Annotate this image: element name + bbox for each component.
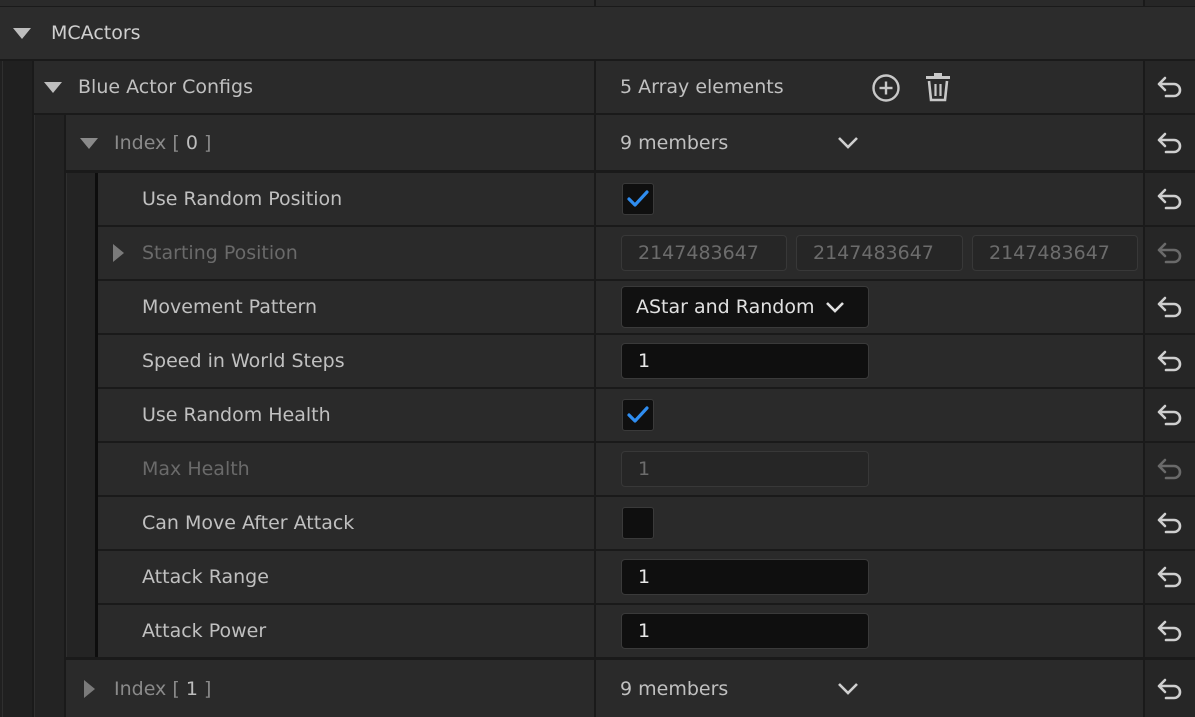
attack-range-field[interactable]: 1 xyxy=(621,559,869,595)
plus-circle-icon[interactable] xyxy=(871,73,901,103)
reset-to-default-icon[interactable] xyxy=(1156,457,1184,481)
property-label: Max Health xyxy=(142,458,250,480)
property-label: Movement Pattern xyxy=(142,296,318,318)
reset-to-default-icon[interactable] xyxy=(1156,131,1184,155)
index-label: Index [ 0 ] xyxy=(114,131,212,154)
attack-power-field[interactable]: 1 xyxy=(621,613,869,649)
movement-pattern-dropdown[interactable]: AStar and Random xyxy=(621,286,869,328)
chevron-down-icon[interactable] xyxy=(837,682,859,696)
property-row-attack-range: Attack Range 1 xyxy=(0,551,1195,603)
dropdown-selected-value: AStar and Random xyxy=(636,296,815,318)
property-row-max-health: Max Health 1 xyxy=(0,443,1195,495)
use-random-position-checkbox[interactable] xyxy=(622,183,654,215)
property-label: Attack Range xyxy=(142,566,269,588)
expand-arrow-icon[interactable] xyxy=(80,137,98,149)
property-row-use-random-health: Use Random Health xyxy=(0,389,1195,441)
indent-guide xyxy=(34,115,64,717)
property-row-speed-in-world-steps: Speed in World Steps 1 xyxy=(0,335,1195,387)
indent-guide xyxy=(0,61,32,717)
speed-in-world-steps-field[interactable]: 1 xyxy=(621,343,869,379)
chevron-down-icon[interactable] xyxy=(837,136,859,150)
property-row-blue-actor-configs: Blue Actor Configs 5 Array elements xyxy=(0,61,1195,113)
members-count-text: 9 members xyxy=(620,677,729,700)
category-header-mcactors[interactable]: MCActors xyxy=(0,7,1195,59)
property-label: Speed in World Steps xyxy=(142,350,345,372)
property-label: Use Random Health xyxy=(142,404,331,426)
indent-guide xyxy=(2,61,3,717)
reset-to-default-icon[interactable] xyxy=(1156,619,1184,643)
checkmark-icon xyxy=(627,190,649,207)
starting-position-z-field[interactable]: 2147483647 xyxy=(972,235,1138,271)
indent-guide xyxy=(66,173,96,657)
expand-arrow-icon[interactable] xyxy=(113,244,124,262)
checkmark-icon xyxy=(627,406,649,423)
indent-guide xyxy=(95,173,98,657)
reset-to-default-icon[interactable] xyxy=(1156,349,1184,373)
can-move-after-attack-checkbox[interactable] xyxy=(622,507,654,539)
array-element-index-0: Index [ 0 ] 9 members xyxy=(0,115,1195,170)
property-label: Attack Power xyxy=(142,620,267,642)
max-health-field[interactable]: 1 xyxy=(621,451,869,487)
reset-to-default-icon[interactable] xyxy=(1156,677,1184,701)
chevron-down-icon xyxy=(826,302,844,313)
trash-icon[interactable] xyxy=(924,71,952,103)
members-count-text: 9 members xyxy=(620,131,729,154)
array-count-text: 5 Array elements xyxy=(620,76,784,98)
reset-to-default-icon[interactable] xyxy=(1156,403,1184,427)
reset-to-default-icon[interactable] xyxy=(1156,295,1184,319)
starting-position-y-field[interactable]: 2147483647 xyxy=(796,235,963,271)
property-row-attack-power: Attack Power 1 xyxy=(0,605,1195,657)
category-title: MCActors xyxy=(51,22,141,44)
starting-position-x-field[interactable]: 2147483647 xyxy=(621,235,787,271)
array-element-index-1: Index [ 1 ] 9 members xyxy=(0,660,1195,717)
property-row-starting-position: Starting Position 2147483647 2147483647 … xyxy=(0,227,1195,279)
expand-arrow-icon[interactable] xyxy=(44,82,62,93)
property-label: Use Random Position xyxy=(142,188,343,210)
reset-to-default-icon[interactable] xyxy=(1156,187,1184,211)
index-label: Index [ 1 ] xyxy=(114,677,212,700)
use-random-health-checkbox[interactable] xyxy=(622,399,654,431)
top-partial-row xyxy=(0,0,1195,6)
collapse-arrow-icon[interactable] xyxy=(13,28,31,39)
indent-guide xyxy=(34,115,35,717)
indent-guide xyxy=(66,173,67,657)
expand-arrow-icon[interactable] xyxy=(84,679,95,698)
property-label: Can Move After Attack xyxy=(142,512,355,534)
property-row-use-random-position: Use Random Position xyxy=(0,173,1195,225)
property-label: Starting Position xyxy=(142,242,298,264)
reset-to-default-icon[interactable] xyxy=(1156,75,1184,99)
property-label-blue-actor-configs: Blue Actor Configs xyxy=(78,76,253,98)
property-row-can-move-after-attack: Can Move After Attack xyxy=(0,497,1195,549)
reset-to-default-icon[interactable] xyxy=(1156,241,1184,265)
reset-to-default-icon[interactable] xyxy=(1156,565,1184,589)
reset-to-default-icon[interactable] xyxy=(1156,511,1184,535)
property-row-movement-pattern: Movement Pattern AStar and Random xyxy=(0,281,1195,333)
